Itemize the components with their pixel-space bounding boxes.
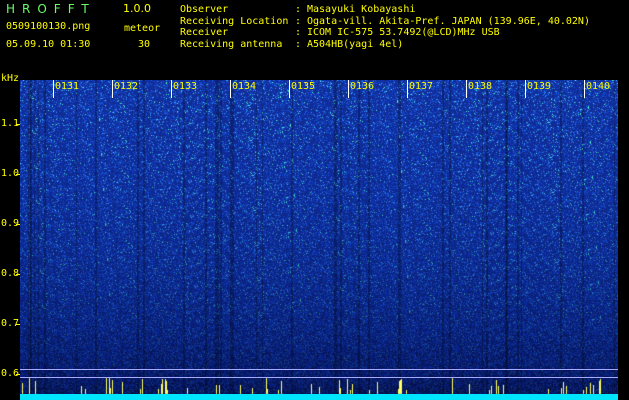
scan-tick <box>466 80 467 98</box>
meta-separator: : <box>295 38 302 50</box>
spectrogram-display[interactable]: 0131 0132 0133 0134 0135 0136 0137 0138 0139 0140 <box>20 80 618 400</box>
signal-baseline <box>20 394 618 400</box>
meta-row-antenna: Receiving antenna : A504HB(yagi 4el) <box>180 39 590 51</box>
meta-separator: : <box>295 15 302 27</box>
scan-label: 0137 <box>409 81 434 92</box>
meta-label: Receiving Location <box>180 15 289 27</box>
scan-tick <box>584 80 585 98</box>
observation-metadata: Observer : Masayuki Kobayashi Receiving … <box>180 4 590 50</box>
meta-separator: : <box>295 27 302 38</box>
mode-label: meteor <box>124 23 161 34</box>
file-name: 0509100130.png <box>6 21 91 32</box>
marker-line-upper <box>20 369 618 370</box>
scan-label: 0135 <box>291 81 316 92</box>
scan-tick <box>525 80 526 98</box>
scan-label: 0133 <box>173 81 198 92</box>
meta-row-observer: Observer : Masayuki Kobayashi <box>180 4 590 16</box>
app-title: HROFFT <box>6 2 96 16</box>
meta-row-receiver: Receiver : ICOM IC-575 53.7492(@LCD)MHz … <box>180 27 590 39</box>
meteor-count: 30 <box>138 39 151 50</box>
scan-label: 0131 <box>55 81 80 92</box>
app-version: 1.0.0 <box>123 2 151 15</box>
scan-tick <box>348 80 349 98</box>
scan-tick <box>230 80 231 98</box>
meta-value: Ogata-vill. Akita-Pref. JAPAN (139.96E, … <box>307 15 590 27</box>
scan-label: 0138 <box>468 81 493 92</box>
meta-label: Observer <box>180 4 229 15</box>
scan-label: 0140 <box>586 81 611 92</box>
timestamp: 05.09.10 01:30 <box>6 39 91 50</box>
meta-value: A504HB(yagi 4el) <box>307 38 404 50</box>
scan-label: 0139 <box>527 81 552 92</box>
meta-value: Masayuki Kobayashi <box>307 4 416 15</box>
scan-label: 0134 <box>232 81 257 92</box>
meta-label: Receiving antenna <box>180 38 283 50</box>
meta-value: ICOM IC-575 53.7492(@LCD)MHz USB <box>307 27 500 38</box>
scan-tick <box>289 80 290 98</box>
marker-line-lower <box>20 377 618 378</box>
scan-tick <box>112 80 113 98</box>
meta-separator: : <box>295 4 302 15</box>
scan-tick <box>407 80 408 98</box>
scan-tick <box>171 80 172 98</box>
frequency-unit-label: kHz <box>1 73 20 84</box>
spectrogram-noise <box>20 80 618 400</box>
meta-label: Receiver <box>180 27 229 38</box>
scan-label: 0132 <box>114 81 139 92</box>
scan-label: 0136 <box>350 81 375 92</box>
scan-tick <box>53 80 54 98</box>
meta-row-location: Receiving Location : Ogata-vill. Akita-P… <box>180 16 590 28</box>
